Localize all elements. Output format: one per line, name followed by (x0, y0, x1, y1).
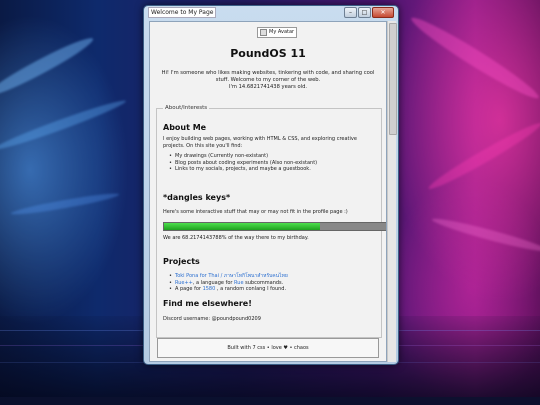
minimize-button[interactable]: – (344, 7, 357, 18)
title-bar[interactable]: Welcome to My Page – □ ✕ (144, 6, 398, 20)
dangles-heading: *dangles keys* (163, 193, 231, 202)
project-text: , a language for (192, 279, 233, 286)
page-content: My Avatar PoundOS 11 Hi! I'm someone who… (149, 21, 387, 362)
birthday-progress-bar (163, 222, 386, 231)
intro-text: Hi! I'm someone who likes making website… (156, 70, 380, 91)
maximize-button[interactable]: □ (358, 7, 371, 18)
project-text: A page for (175, 286, 201, 292)
rue-link[interactable]: Rue (234, 280, 244, 286)
age-text: I'm 14.6821741438 years old. (228, 84, 308, 90)
projects-list: Toki Pona for Thai / ภาษาโทกิโพนาสำหรับค… (169, 273, 288, 293)
elsewhere-heading: Find me elsewhere! (163, 299, 252, 308)
project-text: , a random conlang I found. (216, 286, 287, 292)
progress-fill (164, 223, 320, 230)
about-heading: About Me (163, 123, 207, 132)
intro-line-1: Hi! I'm someone who likes making website… (161, 70, 375, 83)
window-title: Welcome to My Page (148, 7, 217, 18)
vertical-scrollbar[interactable] (387, 21, 397, 362)
conlang-1580-link[interactable]: 1580 (203, 286, 216, 292)
page-footer: Built with 7 css • love ♥ • chaos (157, 338, 379, 358)
about-list: My drawings (Currently non-existant) Blo… (169, 153, 317, 173)
dangles-text: Here's some interactive stuff that may o… (163, 209, 348, 215)
progress-text: We are 68.2174143788% of the way there t… (163, 235, 309, 241)
project-text: subcommands. (245, 279, 284, 286)
list-item: A page for 1580 , a random conlang I fou… (169, 286, 288, 293)
about-interests-section: About/Interests About Me I enjoy buildin… (156, 105, 386, 338)
about-text: I enjoy building web pages, working with… (163, 136, 357, 149)
projects-heading: Projects (163, 257, 200, 266)
avatar-image: My Avatar (257, 27, 298, 38)
discord-username: Discord username: @poundpound0209 (163, 316, 261, 322)
broken-image-icon (260, 29, 267, 36)
scrollbar-thumb[interactable] (389, 23, 397, 135)
browser-window: Welcome to My Page – □ ✕ My Avatar Pound… (143, 5, 399, 365)
close-button[interactable]: ✕ (372, 7, 394, 18)
taskbar (0, 397, 540, 405)
site-title: PoundOS 11 (230, 47, 306, 60)
toki-pona-link[interactable]: Toki Pona for Thai / ภาษาโทกิโพนาสำหรับค… (175, 273, 288, 279)
list-item: Links to my socials, projects, and maybe… (169, 166, 317, 173)
rue-plus-link[interactable]: Rue++ (175, 280, 193, 286)
section-legend: About/Interests (163, 105, 210, 111)
avatar-alt-text: My Avatar (269, 29, 295, 35)
